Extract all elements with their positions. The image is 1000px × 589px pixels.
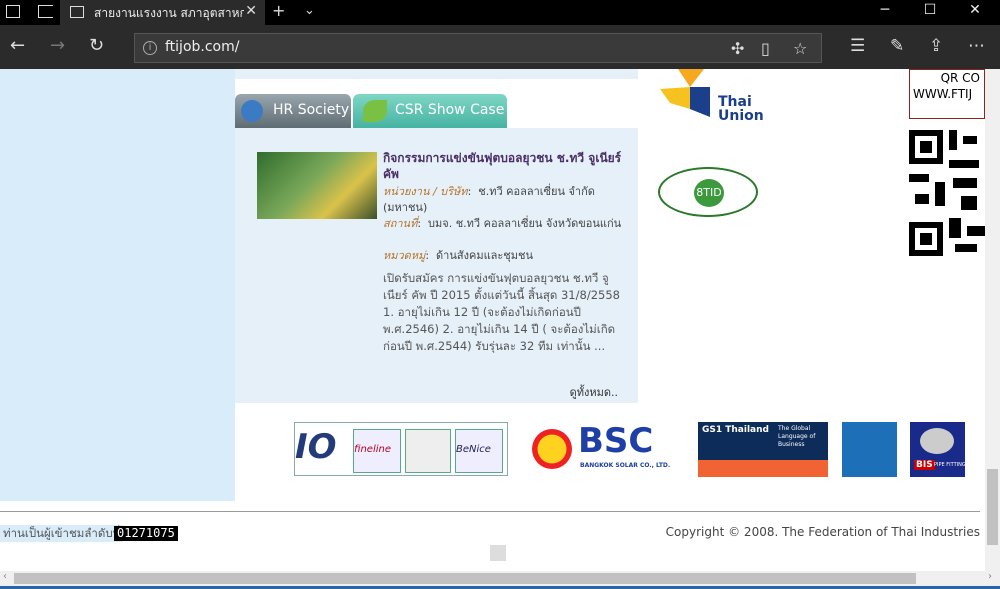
news-agency: หน่วยงาน / บริษัท: ช.ทวี คอลลาเซี่ยน จำก…	[383, 185, 595, 214]
see-all-link[interactable]: ดูทั้งหมด..	[570, 383, 618, 401]
bis-emblem	[920, 428, 954, 454]
thai-union-line2: Union	[718, 108, 764, 124]
close-tab-icon[interactable]: ✕	[245, 3, 257, 19]
thai-union-shape	[660, 69, 710, 117]
tab-csr-label: CSR Show Case	[395, 102, 505, 118]
news-title[interactable]: กิจกรรมการแข่งขันฟุตบอลยุวชน ช.ทวี จูเนี…	[383, 150, 623, 182]
partner-logos: IO fineline BeNice BSC BANGKOK SOLAR CO.…	[294, 419, 974, 479]
thai-union-line1: Thai	[718, 94, 752, 110]
agency-label: หน่วยงาน / บริษัท	[383, 185, 468, 198]
pillar-mark	[405, 429, 451, 473]
back-icon[interactable]: ←	[10, 37, 25, 55]
gs1-logo[interactable]: GS1 Thailand The Global Language of Busi…	[698, 422, 828, 477]
browser-tab[interactable]: สายงานแรงงาน สภาอุตสาหกรรม ✕	[60, 0, 265, 25]
bis-subtext: PIPE FITTING	[934, 462, 966, 468]
share-icon[interactable]: ⇪	[929, 37, 943, 55]
copyright-text: Copyright © 2008. The Federation of Thai…	[665, 525, 980, 539]
benice-mark: BeNice	[455, 429, 503, 473]
navigation-bar: ← → ↻ i ftijob.com/ ✣ ▯ ☆ ☰ ✎ ⇪ ⋯	[0, 25, 1000, 69]
tab-hr-society[interactable]: HR Society	[235, 94, 351, 128]
vertical-scroll-thumb[interactable]	[987, 469, 998, 545]
left-column	[0, 69, 235, 501]
reading-view-icon[interactable]: ▯	[761, 39, 770, 58]
content-top	[235, 69, 638, 79]
maximize-icon[interactable]: ☐	[910, 2, 950, 18]
set-aside-tabs-icon[interactable]	[38, 5, 53, 18]
bis-logo[interactable]: BIS PIPE FITTING	[910, 422, 966, 477]
fineline-logo[interactable]: IO fineline BeNice	[294, 422, 508, 476]
gs1-text: GS1 Thailand	[702, 425, 769, 435]
notes-icon[interactable]: ✎	[890, 37, 904, 55]
thai-union-text: Thai Union	[718, 95, 764, 123]
page-icon	[70, 6, 84, 18]
tab-manager-icon[interactable]	[6, 5, 20, 18]
tid-logo[interactable]: 8TID	[658, 167, 758, 217]
people-icon	[241, 100, 263, 122]
bsc-subtext: BANGKOK SOLAR CO., LTD.	[580, 462, 671, 469]
tab-title: สายงานแรงงาน สภาอุตสาหกรรม	[94, 6, 244, 20]
category-value: ด้านสังคมและชุมชน	[436, 249, 534, 262]
footer-divider	[0, 511, 980, 512]
gs1-banner	[698, 460, 828, 477]
more-icon[interactable]: ⋯	[968, 37, 985, 55]
news-category: หมวดหมู่: ด้านสังคมและชุมชน	[383, 249, 534, 262]
site-info-icon[interactable]: i	[143, 41, 157, 55]
csr-content: กิจกรรมการแข่งขันฟุตบอลยุวชน ช.ทวี จูเนี…	[235, 128, 638, 403]
thai-union-logo[interactable]: Thai Union	[660, 69, 790, 124]
extension-icon[interactable]: ✣	[731, 39, 744, 58]
leaf-icon	[363, 100, 387, 122]
sun-icon	[532, 429, 572, 469]
forward-icon[interactable]: →	[50, 37, 65, 55]
category-label: หมวดหมู่	[383, 249, 426, 262]
place-value: บมจ. ช.ทวี คอลลาเซี่ยน จังหวัดขอนแก่น	[428, 217, 622, 230]
horizontal-scrollbar[interactable]: ‹ ›	[0, 571, 1000, 586]
visitor-counter: 01271075	[114, 526, 178, 541]
qr-label-line2: WWW.FTIJ	[913, 87, 973, 101]
favorite-star-icon[interactable]: ☆	[793, 39, 807, 58]
horizontal-scroll-thumb[interactable]	[14, 573, 916, 584]
gs1-subtext: The Global Language of Business	[778, 425, 816, 448]
minimize-icon[interactable]: ─	[865, 2, 905, 18]
scroll-left-icon[interactable]: ‹	[3, 571, 7, 582]
placeholder-square	[490, 545, 506, 561]
new-tab-icon[interactable]: +	[272, 1, 285, 20]
favorites-icon[interactable]: ☰	[850, 37, 865, 55]
refresh-icon[interactable]: ↻	[89, 37, 104, 55]
tab-csr-show-case[interactable]: CSR Show Case	[353, 94, 507, 128]
car-logo[interactable]	[842, 422, 897, 477]
visitor-label: ท่านเป็นผู้เข้าชมลำดับที่	[0, 525, 124, 542]
vertical-scrollbar[interactable]	[985, 69, 1000, 571]
title-bar: สายงานแรงงาน สภาอุตสาหกรรม ✕ + ⌄ ─ ☐ ✕	[0, 0, 1000, 25]
web-page: HR Society CSR Show Case กิจกรรมการแข่งข…	[0, 69, 985, 571]
fineline-mark: fineline	[353, 429, 401, 473]
io-mark: IO	[295, 427, 337, 467]
news-place: สถานที่: บมจ. ช.ทวี คอลลาเซี่ยน จังหวัดข…	[383, 217, 622, 230]
place-label: สถานที่	[383, 217, 418, 230]
qr-label-line1: QR CO	[940, 71, 980, 85]
bis-text: BIS	[914, 460, 935, 470]
bsc-logo[interactable]: BSC BANGKOK SOLAR CO., LTD.	[524, 419, 684, 479]
tab-hr-label: HR Society	[273, 102, 350, 118]
scroll-right-icon[interactable]: ›	[988, 571, 992, 582]
qr-label: QR CO WWW.FTIJ	[909, 69, 985, 119]
url-text[interactable]: ftijob.com/	[165, 39, 239, 55]
address-bar[interactable]: i ftijob.com/ ✣ ▯ ☆	[134, 33, 822, 63]
bsc-text: BSC	[578, 421, 654, 461]
qr-code[interactable]	[909, 130, 985, 256]
news-thumbnail[interactable]	[257, 152, 377, 219]
news-description: เปิดรับสมัคร การแข่งขันฟุตบอลยุวชน ช.ทวี…	[383, 271, 620, 353]
close-window-icon[interactable]: ✕	[955, 2, 995, 18]
chevron-down-icon[interactable]: ⌄	[304, 3, 315, 18]
tid-emblem: 8TID	[694, 179, 724, 207]
